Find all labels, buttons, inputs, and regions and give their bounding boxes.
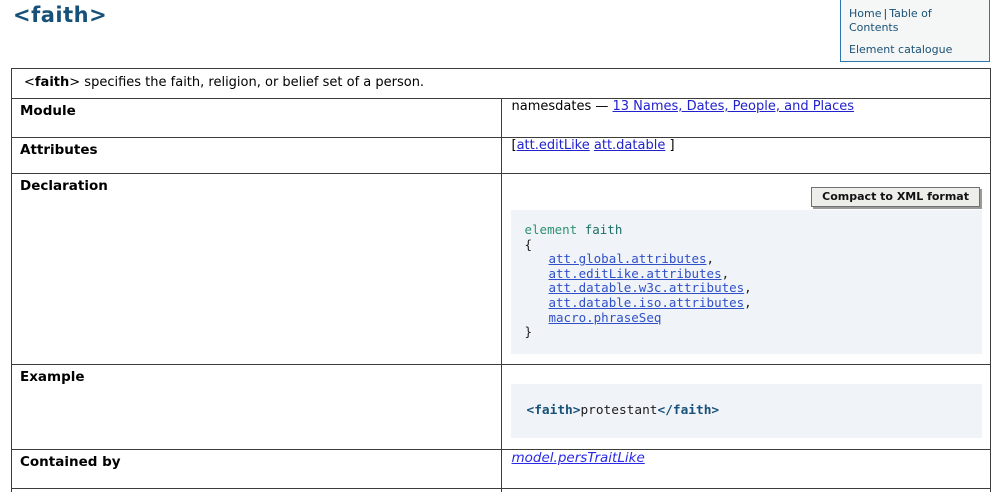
model-class-link-perstraitlike[interactable]: model.persTraitLike <box>512 450 645 466</box>
declaration-label: Declaration <box>12 174 502 365</box>
next-row-label-cell <box>12 489 502 492</box>
attributes-label: Attributes <box>12 138 502 174</box>
example-value-cell: <faith>protestant</faith> <box>501 365 991 450</box>
code-suffix: , <box>722 266 730 281</box>
contained-by-label: Contained by <box>12 450 502 489</box>
example-label: Example <box>12 365 502 450</box>
description-text: specifies the faith, religion, or belief… <box>80 75 424 90</box>
code-suffix: , <box>707 251 715 266</box>
page: <faith> Home|Table of Contents Element c… <box>0 0 996 492</box>
example-open-tag: <faith> <box>527 403 581 418</box>
code-line-member: att.editLike.attributes, <box>525 267 973 282</box>
code-element-name: faith <box>585 222 623 237</box>
module-name-text: namesdates — <box>512 99 613 114</box>
declaration-button-row: Compact to XML format <box>502 174 991 208</box>
attributes-close-bracket: ] <box>665 138 674 153</box>
table-row-attributes: Attributes [att.editLike att.datable ] <box>12 138 991 174</box>
code-line-element: element faith <box>525 223 973 238</box>
declaration-code-block: element faith { att.global.attributes, a… <box>511 210 983 354</box>
page-title: <faith> <box>13 3 107 27</box>
description-cell: <faith> specifies the faith, religion, o… <box>12 69 991 99</box>
example-content: protestant <box>580 403 657 418</box>
table-row-next-cropped <box>12 489 991 492</box>
code-link-att-datable-iso-attributes[interactable]: att.datable.iso.attributes <box>549 295 745 310</box>
example-close-tag: </faith> <box>657 403 719 418</box>
attribute-class-link-att-editlike[interactable]: att.editLike <box>517 138 590 153</box>
table-row-declaration: Declaration Compact to XML format elemen… <box>12 174 991 365</box>
code-line-member: macro.phraseSeq <box>525 311 973 326</box>
nav-separator: | <box>883 7 887 20</box>
header: <faith> Home|Table of Contents Element c… <box>0 0 996 68</box>
next-row-value-cell <box>501 489 991 492</box>
code-keyword-element: element <box>525 222 578 237</box>
code-line-member: att.global.attributes, <box>525 252 973 267</box>
code-line-open-brace: { <box>525 238 973 253</box>
module-chapter-link[interactable]: 13 Names, Dates, People, and Places <box>613 99 855 114</box>
declaration-value-cell: Compact to XML format element faith { at… <box>501 174 991 365</box>
attribute-class-link-att-datable[interactable]: att.datable <box>594 138 665 153</box>
nav-link-element-catalogue[interactable]: Element catalogue <box>849 43 952 56</box>
contained-by-value-cell: model.persTraitLike <box>501 450 991 489</box>
example-code-block: <faith>protestant</faith> <box>511 384 983 438</box>
module-value-cell: namesdates — 13 Names, Dates, People, an… <box>501 99 991 138</box>
nav-link-home[interactable]: Home <box>849 7 881 20</box>
element-spec-table: <faith> specifies the faith, religion, o… <box>11 68 991 492</box>
code-link-att-editlike-attributes[interactable]: att.editLike.attributes <box>549 266 722 281</box>
code-suffix: , <box>744 280 752 295</box>
code-line-member: att.datable.iso.attributes, <box>525 296 973 311</box>
compact-to-xml-format-button[interactable]: Compact to XML format <box>811 187 980 207</box>
code-line-member: att.datable.w3c.attributes, <box>525 281 973 296</box>
table-row-contained-by: Contained by model.persTraitLike <box>12 450 991 489</box>
code-line-close-brace: } <box>525 325 973 340</box>
module-label: Module <box>12 99 502 138</box>
table-row-description: <faith> specifies the faith, religion, o… <box>12 69 991 99</box>
attributes-value-cell: [att.editLike att.datable ] <box>501 138 991 174</box>
table-row-module: Module namesdates — 13 Names, Dates, Peo… <box>12 99 991 138</box>
table-row-example: Example <faith>protestant</faith> <box>12 365 991 450</box>
nav-box: Home|Table of Contents Element catalogue <box>840 0 990 62</box>
code-link-macro-phraseseq[interactable]: macro.phraseSeq <box>549 310 662 325</box>
description-element-gi: <faith> <box>24 75 80 90</box>
code-link-att-datable-w3c-attributes[interactable]: att.datable.w3c.attributes <box>549 280 745 295</box>
code-link-att-global-attributes[interactable]: att.global.attributes <box>549 251 707 266</box>
nav-links-row: Home|Table of Contents <box>849 7 981 35</box>
code-suffix: , <box>744 295 752 310</box>
nav-links-row2: Element catalogue <box>849 43 981 57</box>
